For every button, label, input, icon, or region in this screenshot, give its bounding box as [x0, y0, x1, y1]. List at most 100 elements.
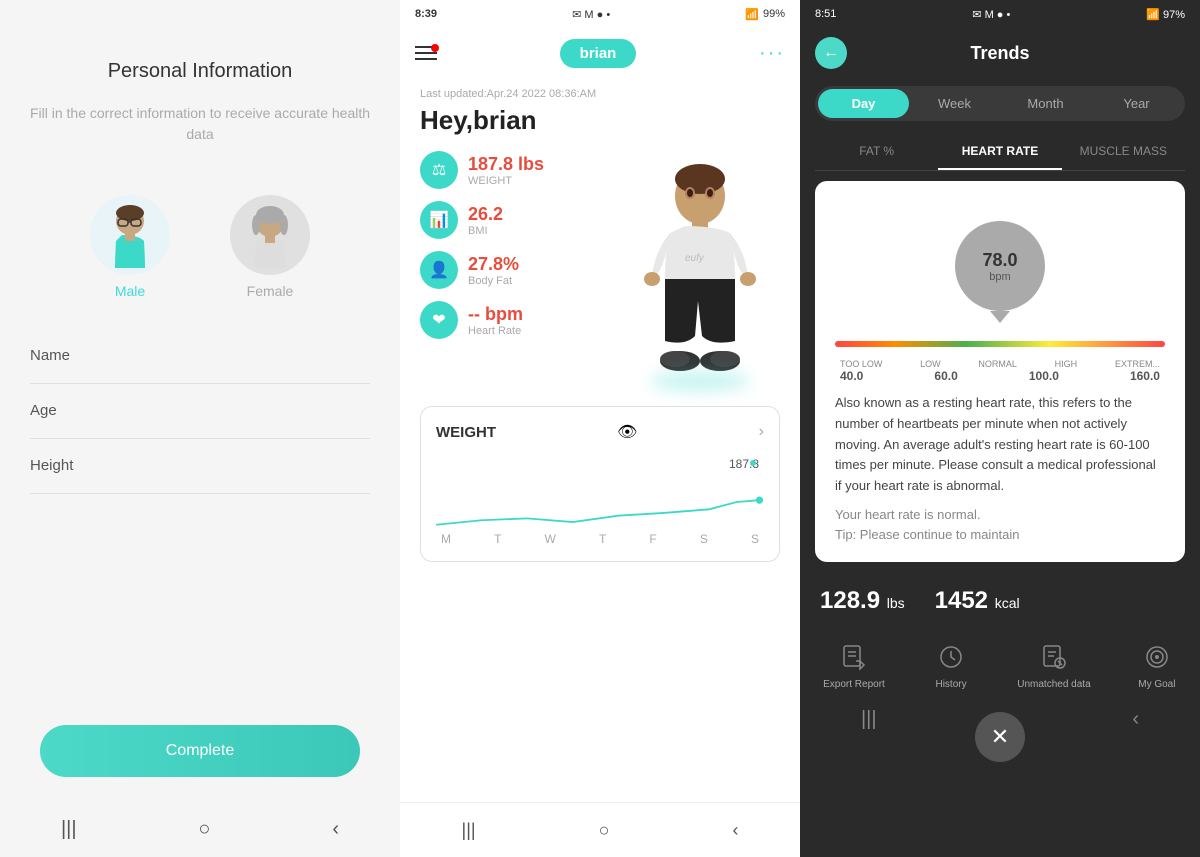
- weight-chart-area: 187.8: [436, 452, 764, 532]
- stats-avatar-row: ⚖ 187.8 lbs WEIGHT 📊 26.2 BMI 👤: [420, 151, 780, 391]
- panel1-header: Personal Information Fill in the correct…: [0, 0, 400, 195]
- gauge-bar: [835, 341, 1165, 347]
- weight-card-header: WEIGHT 👁 ›: [436, 422, 764, 442]
- panel2-nav: ||| ○ ‹: [400, 802, 800, 857]
- chevron-right-icon[interactable]: ›: [759, 423, 764, 441]
- weight-info: 187.8 lbs WEIGHT: [468, 154, 544, 187]
- weight-stat: ⚖ 187.8 lbs WEIGHT: [420, 151, 620, 189]
- back-button[interactable]: ←: [815, 37, 847, 69]
- notification-dot: [431, 44, 439, 52]
- export-report-action[interactable]: Export Report: [823, 640, 885, 690]
- heartrate-value: -- bpm: [468, 304, 523, 325]
- status-normal-text: Your heart rate is normal.: [835, 507, 1165, 522]
- brand-pill: brian: [560, 39, 637, 68]
- label-low: LOW: [920, 359, 941, 369]
- history-action[interactable]: History: [931, 640, 971, 690]
- tab-year[interactable]: Year: [1091, 89, 1182, 118]
- nav-back-icon[interactable]: |||: [61, 818, 77, 841]
- bottom-kcal-stat: 1452 kcal: [935, 587, 1020, 615]
- menu-icon[interactable]: [415, 46, 437, 60]
- status-icons-2: ✉ M ● •: [572, 8, 610, 21]
- panel1-subtitle: Fill in the correct information to recei…: [20, 103, 380, 145]
- more-options-icon[interactable]: ···: [759, 42, 785, 65]
- bodyfat-label: Body Fat: [468, 275, 519, 287]
- battery-2: 99%: [763, 8, 785, 20]
- app-toolbar: brian ···: [400, 28, 800, 78]
- weight-chart-svg: [436, 472, 764, 532]
- day-T2: T: [599, 532, 606, 546]
- chart-dot: [750, 460, 756, 466]
- gauge-labels: TOO LOW LOW NORMAL HIGH EXTREM...: [835, 351, 1165, 369]
- female-avatar: [230, 195, 310, 275]
- tip-text: Tip: Please continue to maintain: [835, 527, 1165, 542]
- heart-rate-chart-card: 78.0 bpm TOO LOW LOW NORMAL HIGH EXTREM.…: [815, 181, 1185, 562]
- bmi-label: BMI: [468, 225, 503, 237]
- complete-button[interactable]: Complete: [40, 725, 360, 777]
- weight-chart-card: WEIGHT 👁 › 187.8 M T W T F S S: [420, 406, 780, 562]
- avatar-3d: eufy: [630, 161, 770, 381]
- tab-heartrate[interactable]: HEART RATE: [938, 134, 1061, 170]
- bottom-action-bar: Export Report History Unmatched data My …: [800, 630, 1200, 695]
- gauge-bubble: 78.0 bpm: [955, 221, 1045, 311]
- label-extreme: EXTREM...: [1115, 359, 1160, 369]
- gauge-value: 78.0: [982, 250, 1017, 271]
- day-M: M: [441, 532, 451, 546]
- tab-week[interactable]: Week: [909, 89, 1000, 118]
- bodyfat-info: 27.8% Body Fat: [468, 254, 519, 287]
- gauge-numbers: 40.0 60.0 100.0 160.0: [835, 369, 1165, 383]
- tab-fat[interactable]: FAT %: [815, 134, 938, 170]
- bodyfat-stat: 👤 27.8% Body Fat: [420, 251, 620, 289]
- p3-nav-recent[interactable]: ‹: [1132, 708, 1139, 731]
- nav-recent-icon[interactable]: ‹: [332, 818, 339, 841]
- unmatched-data-label: Unmatched data: [1017, 679, 1090, 690]
- gender-male[interactable]: Male: [90, 195, 170, 299]
- female-label: Female: [247, 283, 294, 299]
- main-content: Last updated:Apr.24 2022 08:36:AM Hey,br…: [400, 78, 800, 802]
- heartrate-label: Heart Rate: [468, 325, 523, 337]
- p3-nav-back[interactable]: |||: [861, 708, 877, 731]
- status-bar-3: 8:51 ✉ M ● • 📶 97%: [800, 0, 1200, 28]
- bmi-stat: 📊 26.2 BMI: [420, 201, 620, 239]
- age-field[interactable]: Age: [30, 384, 370, 439]
- personal-info-panel: Personal Information Fill in the correct…: [0, 0, 400, 857]
- close-fab-button[interactable]: ✕: [975, 712, 1025, 762]
- bottom-weight-value: 128.9 lbs: [820, 587, 905, 615]
- form-fields: Name Age Height: [0, 329, 400, 494]
- status-time-3: 8:51: [815, 8, 836, 20]
- height-field[interactable]: Height: [30, 439, 370, 494]
- my-goal-action[interactable]: My Goal: [1137, 640, 1177, 690]
- status-bar-2: 8:39 ✉ M ● • 📶 99%: [400, 0, 800, 28]
- gauge-num-60: 60.0: [934, 369, 957, 383]
- gauge-container: 78.0 bpm: [835, 201, 1165, 321]
- panel2-nav-recent[interactable]: ‹: [732, 820, 738, 841]
- eye-icon[interactable]: 👁: [617, 422, 637, 442]
- status-right-3: 📶 97%: [1146, 8, 1185, 21]
- nav-home-icon[interactable]: ○: [198, 818, 210, 841]
- history-icon: [931, 640, 971, 675]
- tab-month[interactable]: Month: [1000, 89, 1091, 118]
- export-report-icon: [834, 640, 874, 675]
- male-avatar: [90, 195, 170, 275]
- history-label: History: [935, 679, 966, 690]
- description-text: Also known as a resting heart rate, this…: [835, 393, 1165, 497]
- day-F: F: [649, 532, 656, 546]
- day-S2: S: [751, 532, 759, 546]
- panel2-nav-back[interactable]: |||: [462, 820, 476, 841]
- heartrate-icon: ❤: [420, 301, 458, 339]
- trends-title: Trends: [970, 43, 1029, 64]
- bottom-weight-stat: 128.9 lbs: [820, 587, 905, 615]
- metric-tabs: FAT % HEART RATE MUSCLE MASS: [815, 134, 1185, 171]
- gender-female[interactable]: Female: [230, 195, 310, 299]
- bottom-stats: 128.9 lbs 1452 kcal: [800, 572, 1200, 630]
- height-label: Height: [30, 457, 73, 474]
- last-updated-text: Last updated:Apr.24 2022 08:36:AM: [420, 88, 780, 100]
- greeting-text: Hey,brian: [420, 105, 780, 136]
- weight-card-title: WEIGHT: [436, 424, 496, 441]
- tab-day[interactable]: Day: [818, 89, 909, 118]
- tab-muscle[interactable]: MUSCLE MASS: [1062, 134, 1185, 170]
- male-label: Male: [115, 283, 145, 299]
- name-field[interactable]: Name: [30, 329, 370, 384]
- panel2-nav-home[interactable]: ○: [599, 820, 610, 841]
- name-label: Name: [30, 347, 70, 364]
- unmatched-data-action[interactable]: Unmatched data: [1017, 640, 1090, 690]
